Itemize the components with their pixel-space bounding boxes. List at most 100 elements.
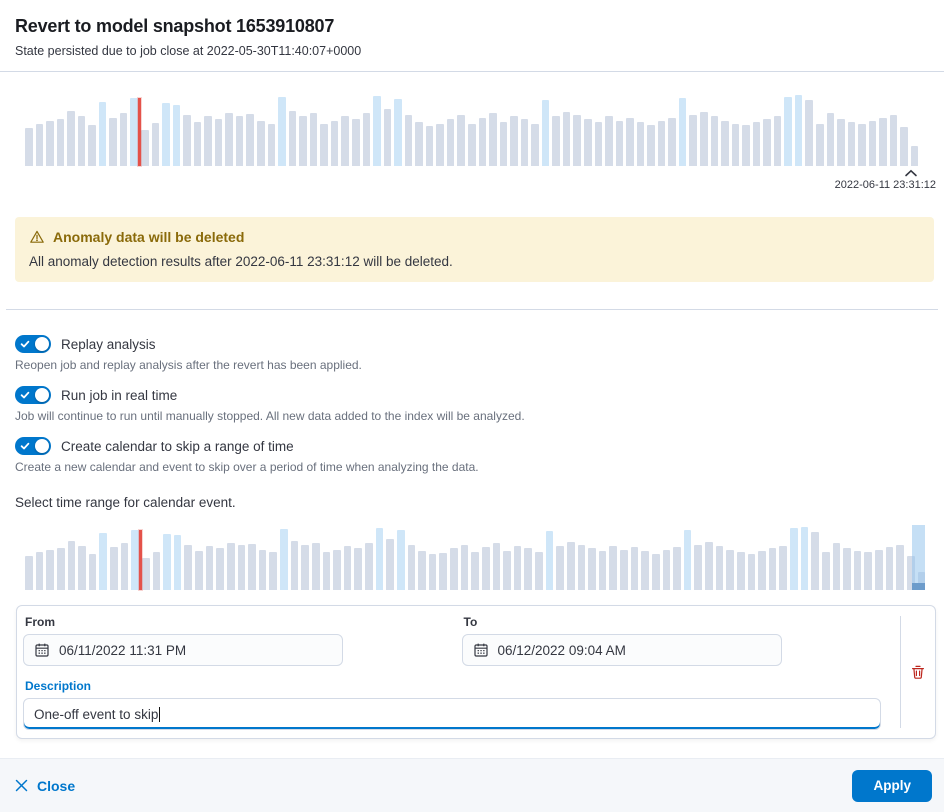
histogram-bar [742, 125, 750, 166]
date-fields-row: From 06/11/2022 11:31 PM To 06/12/2022 0… [23, 615, 900, 666]
histogram-bar [184, 544, 192, 590]
toggle-row: Replay analysis [15, 335, 928, 353]
histogram-bar [280, 528, 288, 590]
histogram-bar [98, 101, 107, 166]
histogram-bar [689, 114, 697, 166]
page-subtitle: State persisted due to job close at 2022… [15, 44, 362, 58]
histogram-bar [322, 552, 331, 590]
histogram-bar [853, 551, 862, 590]
histogram-bar [710, 116, 719, 166]
histogram-bar [594, 122, 603, 166]
histogram-bar [109, 117, 117, 166]
histogram-bar [131, 529, 139, 590]
histogram-bar [110, 547, 118, 590]
toggle-knob [35, 388, 49, 402]
flyout-header: Revert to model snapshot 1653910807 Stat… [0, 0, 944, 72]
histogram-bar [510, 116, 518, 166]
histogram-bar [864, 552, 872, 590]
section-divider [6, 309, 938, 310]
replay-analysis-toggle[interactable] [15, 335, 51, 353]
histogram-bar [35, 123, 44, 166]
revert-timestamp: 2022-06-11 23:31:12 [834, 179, 936, 191]
histogram-bar [726, 549, 734, 590]
callout-title-row: Anomaly data will be deleted [29, 229, 918, 245]
histogram-bar [758, 551, 766, 590]
histogram-bar [216, 548, 224, 590]
histogram-bar [450, 548, 458, 590]
histogram-bar [193, 122, 202, 166]
histogram-bar [651, 553, 660, 590]
histogram-bar [478, 117, 487, 166]
toggle-options: Replay analysis Reopen job and replay an… [15, 335, 928, 474]
histogram-bar [531, 123, 539, 166]
histogram-bar [721, 120, 729, 166]
histogram-bar [598, 551, 607, 590]
toggle-group-replay-analysis: Replay analysis Reopen job and replay an… [15, 335, 928, 372]
histogram-bar [481, 547, 490, 590]
revert-marker-line [138, 98, 142, 166]
histogram-bar [885, 547, 894, 590]
flyout-body: 2022-06-11 23:31:12 Anomaly data will be… [0, 72, 944, 758]
histogram-bar [205, 545, 214, 590]
histogram-bar [333, 549, 341, 590]
histogram-bar [383, 109, 392, 166]
toggle-group-create-calendar: Create calendar to skip a range of time … [15, 437, 928, 474]
histogram-bar [615, 120, 624, 166]
event-description-input[interactable]: One-off event to skip [23, 698, 881, 730]
calendar-range-chart[interactable] [25, 525, 926, 590]
histogram-bar [847, 122, 856, 166]
histogram-bar [752, 122, 761, 166]
toggle-check-icon [20, 339, 30, 349]
histogram-bar [235, 115, 244, 166]
page-title: Revert to model snapshot 1653910807 [15, 16, 335, 36]
histogram-bar [694, 544, 702, 590]
apply-button[interactable]: Apply [852, 769, 932, 802]
toggle-help-text: Create a new calendar and event to skip … [15, 460, 479, 474]
histogram-bar [832, 543, 841, 590]
revert-marker-line [139, 529, 143, 590]
histogram-bar [858, 123, 866, 166]
histogram-bar [56, 547, 65, 590]
histogram-bar [204, 116, 212, 166]
histogram-bar [736, 552, 745, 590]
histogram-bar [800, 526, 809, 590]
histogram-bar [214, 119, 223, 166]
histogram-bar [173, 535, 182, 590]
delete-event-button[interactable] [906, 660, 930, 684]
toggle-group-run-real-time: Run job in real time Job will continue t… [15, 386, 928, 423]
histogram-bar [320, 123, 328, 166]
histogram-bar [513, 545, 522, 590]
run-real-time-toggle[interactable] [15, 386, 51, 404]
histogram-bar [700, 111, 708, 166]
histogram-bar [779, 545, 787, 590]
from-date-input[interactable]: 06/11/2022 11:31 PM [23, 634, 343, 666]
histogram-bar [768, 548, 777, 590]
histogram-bar [246, 114, 255, 166]
calendar-icon [34, 642, 50, 658]
event-rate-chart[interactable] [25, 93, 919, 166]
histogram-bar [678, 98, 687, 166]
histogram-bar [120, 543, 129, 590]
selected-time-range[interactable] [911, 525, 925, 590]
histogram-bar [141, 557, 150, 590]
close-button[interactable]: Close [15, 778, 75, 794]
histogram-bar [258, 549, 267, 590]
histogram-bar [535, 552, 543, 590]
create-calendar-toggle[interactable] [15, 437, 51, 455]
histogram-bar [88, 125, 96, 166]
histogram-bar [460, 544, 469, 590]
histogram-bar [875, 549, 883, 590]
histogram-bar [278, 97, 286, 166]
histogram-bar [301, 545, 309, 590]
histogram-bar [524, 548, 532, 590]
calendar-event-panel: From 06/11/2022 11:31 PM To 06/12/2022 0… [16, 605, 936, 739]
histogram-bar [365, 543, 373, 590]
histogram-bar [343, 545, 352, 590]
revert-marker-caption: 2022-06-11 23:31:12 [0, 169, 944, 191]
histogram-bar [225, 113, 233, 166]
histogram-bar [747, 553, 756, 590]
to-date-input[interactable]: 06/12/2022 09:04 AM [461, 634, 782, 666]
histogram-bar [396, 530, 405, 590]
histogram-bar [341, 116, 349, 166]
histogram-bar [269, 552, 277, 590]
